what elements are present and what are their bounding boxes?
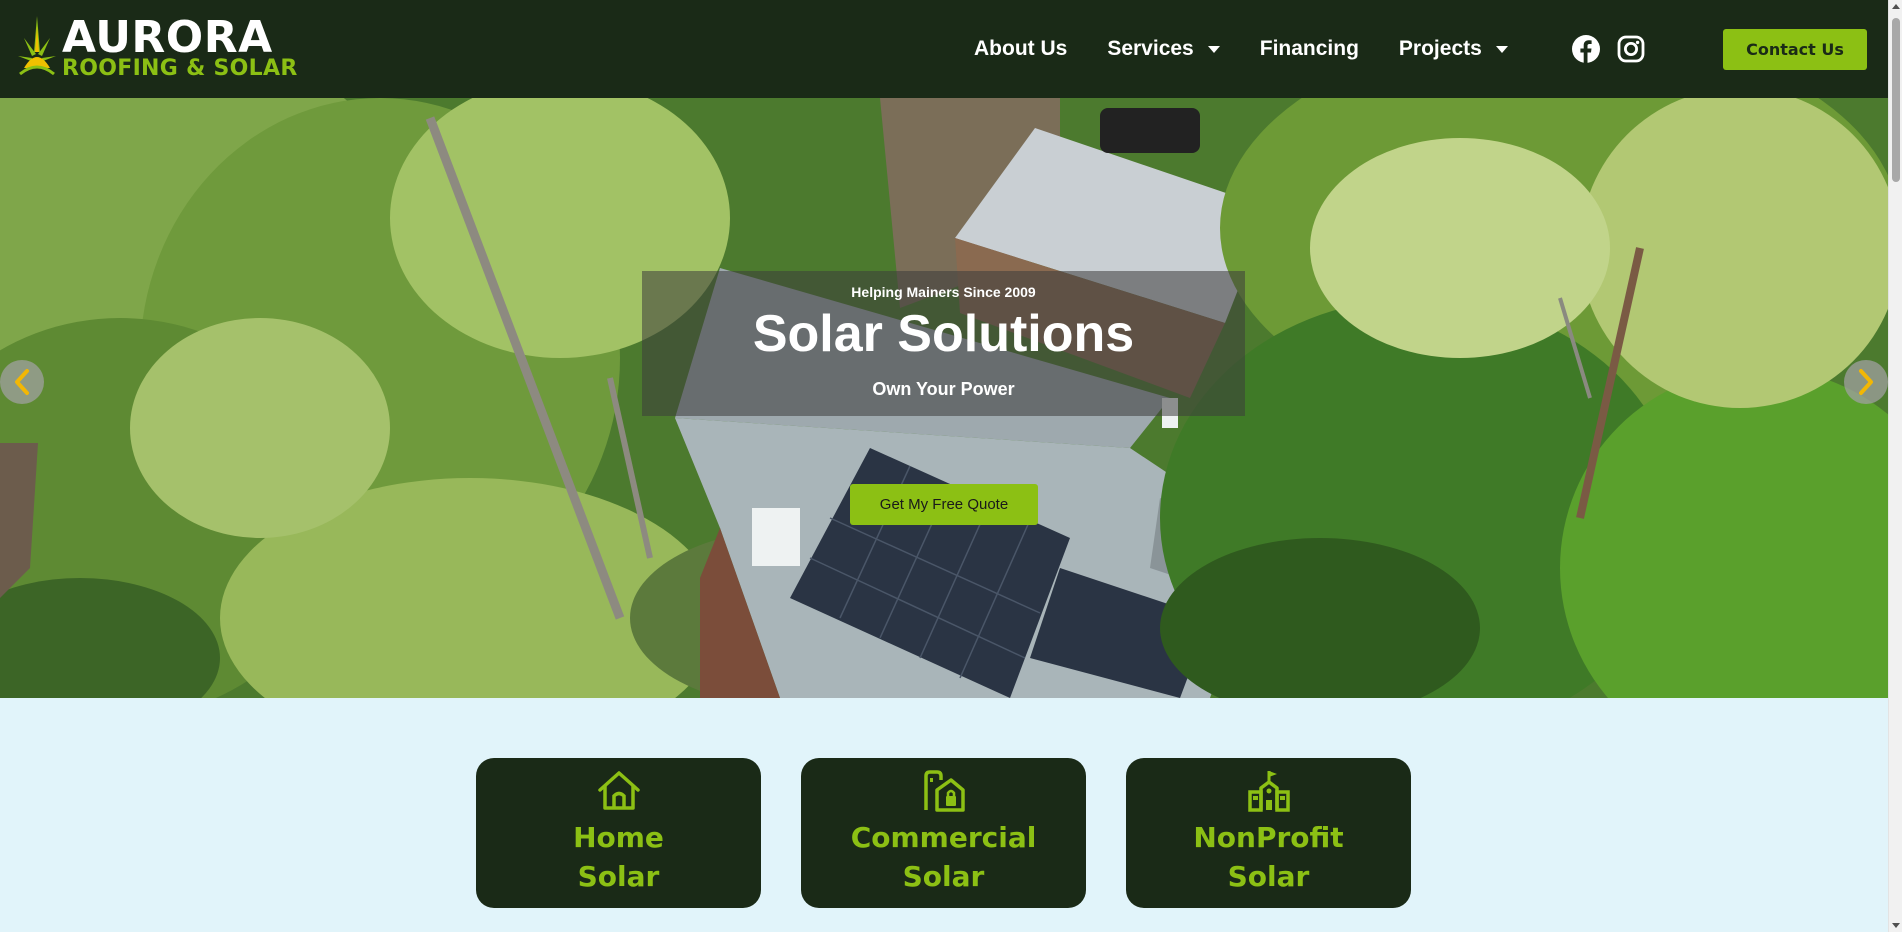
nav-services[interactable]: Services — [1107, 37, 1220, 61]
card-title-line1: NonProfit — [1193, 821, 1344, 854]
logo-name: AURORA — [62, 12, 273, 63]
nav-services-label: Services — [1107, 37, 1194, 60]
social-links — [1572, 35, 1662, 63]
caret-down-icon — [1495, 45, 1508, 53]
hero-kicker: Helping Mainers Since 2009 — [851, 284, 1036, 300]
card-nonprofit-solar[interactable]: NonProfit Solar — [1126, 758, 1411, 908]
caret-down-icon — [1207, 45, 1220, 53]
site-header: AURORA ROOFING & SOLAR About Us Services… — [0, 0, 1888, 98]
hero-subtitle: Own Your Power — [872, 379, 1015, 399]
service-cards: Home Solar Commercial Solar NonProfit So… — [476, 758, 1451, 908]
nav-projects[interactable]: Projects — [1399, 37, 1508, 61]
hero-slider: Helping Mainers Since 2009 Solar Solutio… — [0, 98, 1888, 698]
commercial-building-icon — [923, 770, 965, 812]
logo-text: AURORA ROOFING & SOLAR — [62, 16, 298, 80]
card-title-line2: Solar — [1227, 860, 1310, 893]
facebook-icon[interactable] — [1572, 35, 1600, 63]
card-title: NonProfit Solar — [1193, 818, 1343, 896]
sun-burst-logo-icon — [18, 16, 56, 76]
card-title-line2: Solar — [577, 860, 660, 893]
chevron-left-icon — [15, 369, 29, 395]
instagram-icon[interactable] — [1617, 35, 1645, 63]
hero-text-container: Helping Mainers Since 2009 Solar Solutio… — [642, 98, 1245, 698]
logo-tagline: ROOFING & SOLAR — [62, 56, 298, 81]
get-free-quote-button[interactable]: Get My Free Quote — [850, 484, 1038, 525]
nav-financing-label: Financing — [1259, 37, 1359, 60]
card-title: Commercial Solar — [851, 818, 1037, 896]
nav-projects-label: Projects — [1398, 37, 1482, 60]
nav-about-us[interactable]: About Us — [974, 37, 1067, 61]
nav-about-us-label: About Us — [974, 37, 1068, 60]
slider-prev-button[interactable] — [0, 360, 44, 404]
scroll-up-arrow-icon[interactable] — [1892, 4, 1900, 9]
house-icon — [597, 771, 640, 810]
school-building-icon — [1247, 771, 1290, 812]
page-scrollbar[interactable] — [1888, 0, 1902, 932]
card-title-line2: Solar — [902, 860, 985, 893]
hero-title: Solar Solutions — [752, 305, 1135, 363]
chevron-right-icon — [1859, 369, 1873, 395]
card-commercial-solar[interactable]: Commercial Solar — [801, 758, 1086, 908]
card-home-solar[interactable]: Home Solar — [476, 758, 761, 908]
site-logo[interactable]: AURORA ROOFING & SOLAR — [18, 16, 298, 80]
scroll-down-arrow-icon[interactable] — [1892, 923, 1900, 928]
slider-next-button[interactable] — [1844, 360, 1888, 404]
nav-financing[interactable]: Financing — [1260, 37, 1359, 61]
scrollbar-thumb[interactable] — [1892, 18, 1900, 182]
contact-us-button[interactable]: Contact Us — [1723, 29, 1867, 70]
card-title: Home Solar — [573, 818, 664, 896]
card-title-line1: Commercial — [850, 821, 1037, 854]
card-title-line1: Home — [573, 821, 664, 854]
main-nav: About Us Services Financing Projects — [974, 0, 1548, 98]
